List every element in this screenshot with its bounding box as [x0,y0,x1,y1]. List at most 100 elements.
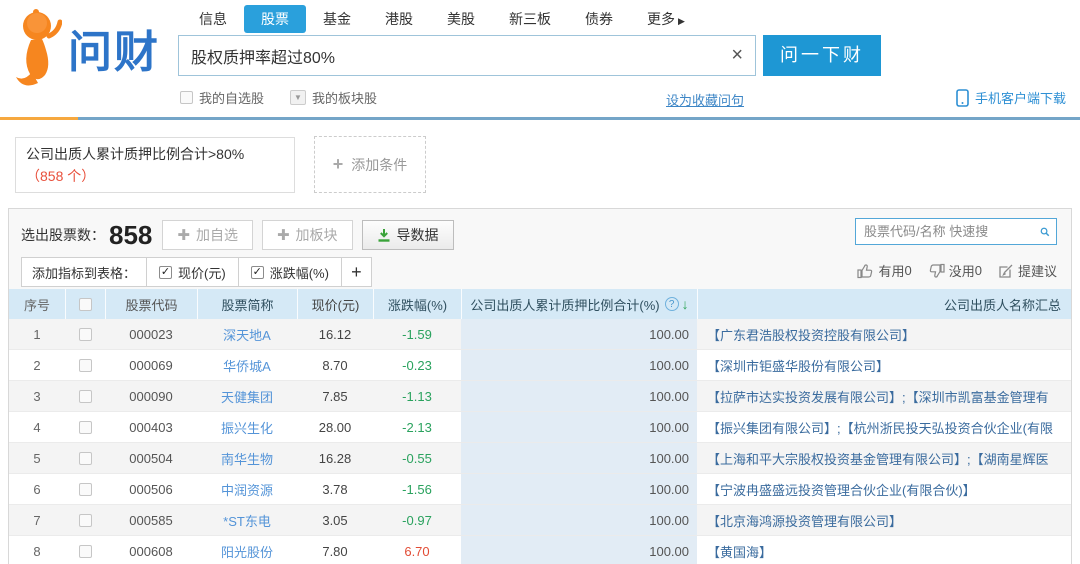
quick-search-input[interactable] [856,224,1040,239]
nav-tab-us[interactable]: 美股 [430,5,492,33]
indicator-bar: 添加指标到表格： ✓ 现价(元) ✓ 涨跌幅(%) + [21,257,372,287]
search-icon[interactable] [1040,224,1050,240]
row-checkbox[interactable] [78,389,92,403]
suggest-button[interactable]: 提建议 [998,261,1057,280]
suggest-label: 提建议 [1017,264,1057,279]
holder-names-link[interactable]: 【振兴集团有限公司】;【杭州浙民投天弘投资合伙企业(有限 [707,418,1053,437]
checked-checkbox[interactable]: ✓ [250,265,264,279]
stock-name-link[interactable]: 中润资源 [221,480,273,499]
stock-price: 7.85 [322,388,348,404]
nav-tab-fund[interactable]: 基金 [306,5,368,33]
my-sector-option[interactable]: ▼ 我的板块股 [290,88,377,107]
help-icon[interactable]: ? [664,297,679,311]
stock-code: 000585 [129,512,173,528]
useful-button[interactable]: 有用 0 [857,261,912,280]
row-index: 6 [33,481,41,497]
holder-names-link[interactable]: 【上海和平大宗股权投资基金管理有限公司】;【湖南星辉医 [707,449,1049,468]
holder-names-link[interactable]: 【北京海鸿源投资管理有限公司】 [707,511,902,530]
stock-name-link[interactable]: 南华生物 [221,449,273,468]
stock-change: -0.97 [402,512,432,528]
stock-name-link[interactable]: 振兴生化 [221,418,273,437]
row-checkbox[interactable] [78,451,92,465]
ask-button[interactable]: 问一下财 [763,35,881,76]
row-select-cell [65,381,105,411]
row-checkbox[interactable] [78,420,92,434]
pledge-ratio-value: 100.00 [461,443,697,473]
stock-change: -1.56 [402,481,432,497]
my-watchlist-checkbox[interactable] [180,91,193,104]
col-name[interactable]: 股票简称 [197,289,297,319]
app-download-link[interactable]: 手机客户端下载 [956,88,1066,107]
stock-change: -0.55 [402,450,432,466]
stock-name-link[interactable]: 天健集团 [221,387,273,406]
results-panel: 选出股票数： 858 ✚ 加自选 ✚ 加板块 导数据 股票代码/名称 快速搜 添… [8,208,1072,564]
row-checkbox[interactable] [78,327,92,341]
download-icon [378,229,390,242]
holder-names-link[interactable]: 【广东君浩股权投资控股有限公司】 [707,325,915,344]
useless-button[interactable]: 没用 0 [928,261,982,280]
condition-box[interactable]: 公司出质人累计质押比例合计>80% （858 个） [15,137,295,193]
col-price[interactable]: 现价(元) [297,289,373,319]
nav-tab-neeq[interactable]: 新三板 [492,5,568,33]
row-checkbox[interactable] [78,358,92,372]
my-watchlist-option[interactable]: 我的自选股 [180,88,264,107]
stock-name-link[interactable]: *ST东电 [223,511,271,530]
indicator-change[interactable]: ✓ 涨跌幅(%) [237,258,341,286]
col-pledge-ratio[interactable]: 公司出质人累计质押比例合计(%) ? ↓ [461,289,697,319]
row-index: 2 [33,357,41,373]
add-condition-button[interactable]: + 添加条件 [314,136,426,193]
table-row: 8 000608 阳光股份 7.80 6.70 100.00 【黄国海】 [9,536,1071,564]
stock-price: 8.70 [322,357,348,373]
add-watchlist-button[interactable]: ✚ 加自选 [162,220,253,250]
row-checkbox[interactable] [78,513,92,527]
holder-names-link[interactable]: 【宁波冉盛盛远投资管理合伙企业(有限合伙)】 [707,480,976,499]
nav-tab-bond[interactable]: 债券 [568,5,630,33]
stock-name-link[interactable]: 华侨城A [223,356,271,375]
stock-name-link[interactable]: 深天地A [223,325,271,344]
export-data-button[interactable]: 导数据 [361,220,454,250]
useless-label: 没用 [948,264,975,279]
stock-price: 3.78 [322,481,348,497]
stock-name-link[interactable]: 阳光股份 [221,542,273,561]
indicator-price[interactable]: ✓ 现价(元) [146,258,238,286]
nav-more-label: 更多 [647,11,675,27]
holder-names-link[interactable]: 【拉萨市达实投资发展有限公司】;【深圳市凯富基金管理有 [707,387,1049,406]
row-checkbox[interactable] [78,482,92,496]
row-checkbox[interactable] [78,544,92,558]
stock-price: 3.05 [322,512,348,528]
nav-tab-info[interactable]: 信息 [182,5,244,33]
favorite-question-link[interactable]: 设为收藏问句 [666,90,744,109]
add-sector-button[interactable]: ✚ 加板块 [261,220,353,250]
condition-text: 公司出质人累计质押比例合计>80% [26,146,245,162]
stock-change: -0.23 [402,357,432,373]
table-row: 4 000403 振兴生化 28.00 -2.13 100.00 【振兴集团有限… [9,412,1071,443]
nav-tab-more[interactable]: 更多 ▶ [630,5,702,33]
checked-checkbox[interactable]: ✓ [159,265,173,279]
useful-count: 0 [904,263,912,278]
col-index[interactable]: 序号 [9,289,65,319]
col-change[interactable]: 涨跌幅(%) [373,289,461,319]
stock-price: 16.28 [318,450,352,466]
add-indicator-button[interactable]: + [340,258,371,286]
pledge-ratio-value: 100.00 [461,381,697,411]
wencai-logo[interactable]: 问财 [12,8,160,88]
plus-icon: ✚ [276,227,290,244]
col-select [65,289,105,319]
sector-dropdown-icon[interactable]: ▼ [290,90,307,105]
my-watchlist-label: 我的自选股 [199,91,265,106]
col-holders[interactable]: 公司出质人名称汇总 [697,289,1071,319]
nav-tab-stock[interactable]: 股票 [244,5,306,33]
useless-count: 0 [974,263,982,278]
holder-names-link[interactable]: 【黄国海】 [707,542,772,561]
more-arrow-icon: ▶ [678,16,685,26]
select-all-checkbox[interactable] [79,297,92,311]
nav-tab-hk[interactable]: 港股 [368,5,430,33]
indicator-price-label: 现价(元) [178,265,226,281]
plus-icon: + [332,154,344,174]
pledge-ratio-value: 100.00 [461,505,697,535]
col-code[interactable]: 股票代码 [105,289,197,319]
sort-desc-icon[interactable]: ↓ [682,296,689,312]
clear-icon[interactable]: × [731,45,743,65]
question-input[interactable] [179,36,719,75]
holder-names-link[interactable]: 【深圳市钜盛华股份有限公司】 [707,356,889,375]
